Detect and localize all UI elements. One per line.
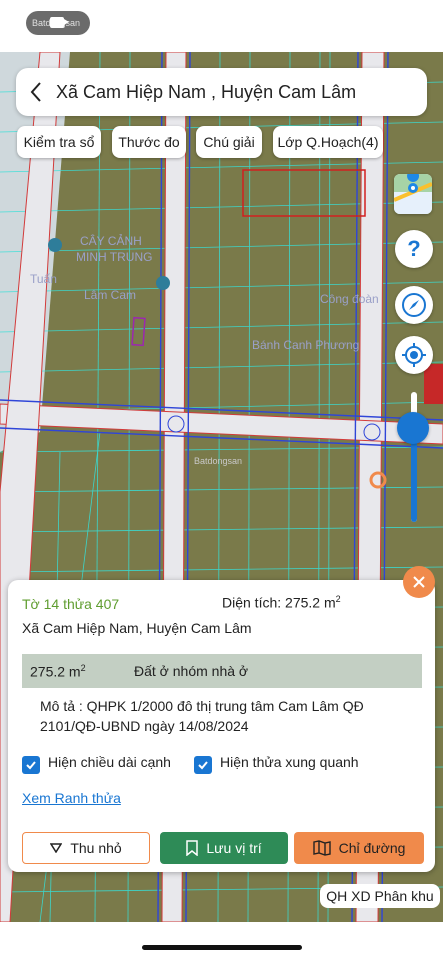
map-watermark: Batdongsan bbox=[194, 456, 243, 466]
map-label-place2: MINH TRUNG bbox=[76, 250, 153, 264]
help-button[interactable]: ? bbox=[395, 230, 433, 268]
compass-icon bbox=[402, 293, 426, 317]
back-button[interactable] bbox=[16, 68, 56, 116]
area-label: Diện tích: 275.2 m2 bbox=[222, 594, 341, 611]
band-area: 275.2 m2 bbox=[30, 663, 86, 680]
map-label-place6: Bánh Canh Phương bbox=[252, 338, 360, 352]
triangle-down-icon bbox=[50, 843, 63, 853]
question-icon: ? bbox=[407, 236, 421, 261]
band-area-sup: 2 bbox=[80, 662, 86, 673]
band-zone-type: Đất ở nhóm nhà ở bbox=[134, 663, 249, 679]
locate-icon bbox=[402, 343, 426, 367]
page-title: Xã Cam Hiệp Nam , Huyện Cam Lâm bbox=[56, 81, 357, 102]
map-label-place4: Lâm Cam bbox=[84, 288, 137, 302]
planning-description: Mô tả : QHPK 1/2000 đô thị trung tâm Cam… bbox=[40, 698, 364, 734]
neighbor-parcels-label: Hiện thửa xung quanh bbox=[220, 754, 359, 770]
map-icon bbox=[312, 840, 331, 856]
legend-button[interactable]: Chú giải bbox=[196, 126, 262, 158]
map-label-place5: Công đoàn bbox=[320, 292, 379, 306]
directions-label: Chỉ đường bbox=[338, 840, 406, 856]
location-text: Xã Cam Hiệp Nam, Huyện Cam Lâm bbox=[22, 620, 252, 636]
map-label-place1: CÂY CẢNH bbox=[80, 234, 142, 248]
save-location-button[interactable]: Lưu vị trí bbox=[160, 832, 288, 864]
compass-button[interactable] bbox=[395, 286, 433, 324]
directions-button[interactable]: Chỉ đường bbox=[294, 832, 424, 864]
parcel-id: Tờ 14 thửa 407 bbox=[22, 596, 120, 612]
close-icon bbox=[413, 576, 425, 588]
watermark-badge: Batdongsan bbox=[26, 11, 90, 35]
header-bar: Xã Cam Hiệp Nam , Huyện Cam Lâm bbox=[16, 68, 427, 116]
my-location-button[interactable] bbox=[395, 336, 433, 374]
map-label-place3: Tuấn bbox=[30, 272, 57, 286]
view-boundary-link[interactable]: Xem Ranh thửa bbox=[22, 790, 121, 806]
edge-length-checkbox[interactable] bbox=[22, 756, 40, 774]
chevron-left-icon bbox=[30, 82, 41, 102]
map-type-button[interactable] bbox=[394, 174, 432, 214]
area-text: Diện tích: 275.2 m bbox=[222, 594, 336, 611]
video-camera-icon bbox=[50, 17, 69, 28]
zone-type-label[interactable]: QH XD Phân khu bbox=[320, 884, 440, 908]
band-area-text: 275.2 m bbox=[30, 663, 81, 680]
neighbor-parcels-checkbox[interactable] bbox=[194, 756, 212, 774]
zoom-slider-thumb[interactable] bbox=[397, 412, 429, 444]
save-location-label: Lưu vị trí bbox=[206, 840, 262, 856]
planning-layers-button[interactable]: Lớp Q.Hoạch(4) bbox=[273, 126, 383, 158]
zone-info-band: 275.2 m2 Đất ở nhóm nhà ở bbox=[22, 654, 422, 688]
home-indicator[interactable] bbox=[142, 945, 302, 950]
collapse-label: Thu nhỏ bbox=[70, 840, 122, 856]
map-layer-icon bbox=[394, 174, 432, 214]
bookmark-icon bbox=[186, 840, 199, 856]
screen: CÂY CẢNH MINH TRUNG Tuấn Lâm Cam Công đo… bbox=[0, 0, 443, 960]
check-title-button[interactable]: Kiểm tra sổ bbox=[17, 126, 101, 158]
collapse-button[interactable]: Thu nhỏ bbox=[22, 832, 150, 864]
check-icon bbox=[198, 761, 208, 770]
measure-button[interactable]: Thước đo bbox=[112, 126, 186, 158]
edge-length-label: Hiện chiều dài cạnh bbox=[48, 754, 171, 770]
close-card-button[interactable] bbox=[403, 566, 435, 598]
area-unit-sup: 2 bbox=[335, 594, 341, 604]
parcel-info-card: Tờ 14 thửa 407 Diện tích: 275.2 m2 Xã Ca… bbox=[8, 580, 435, 872]
check-icon bbox=[26, 761, 36, 770]
